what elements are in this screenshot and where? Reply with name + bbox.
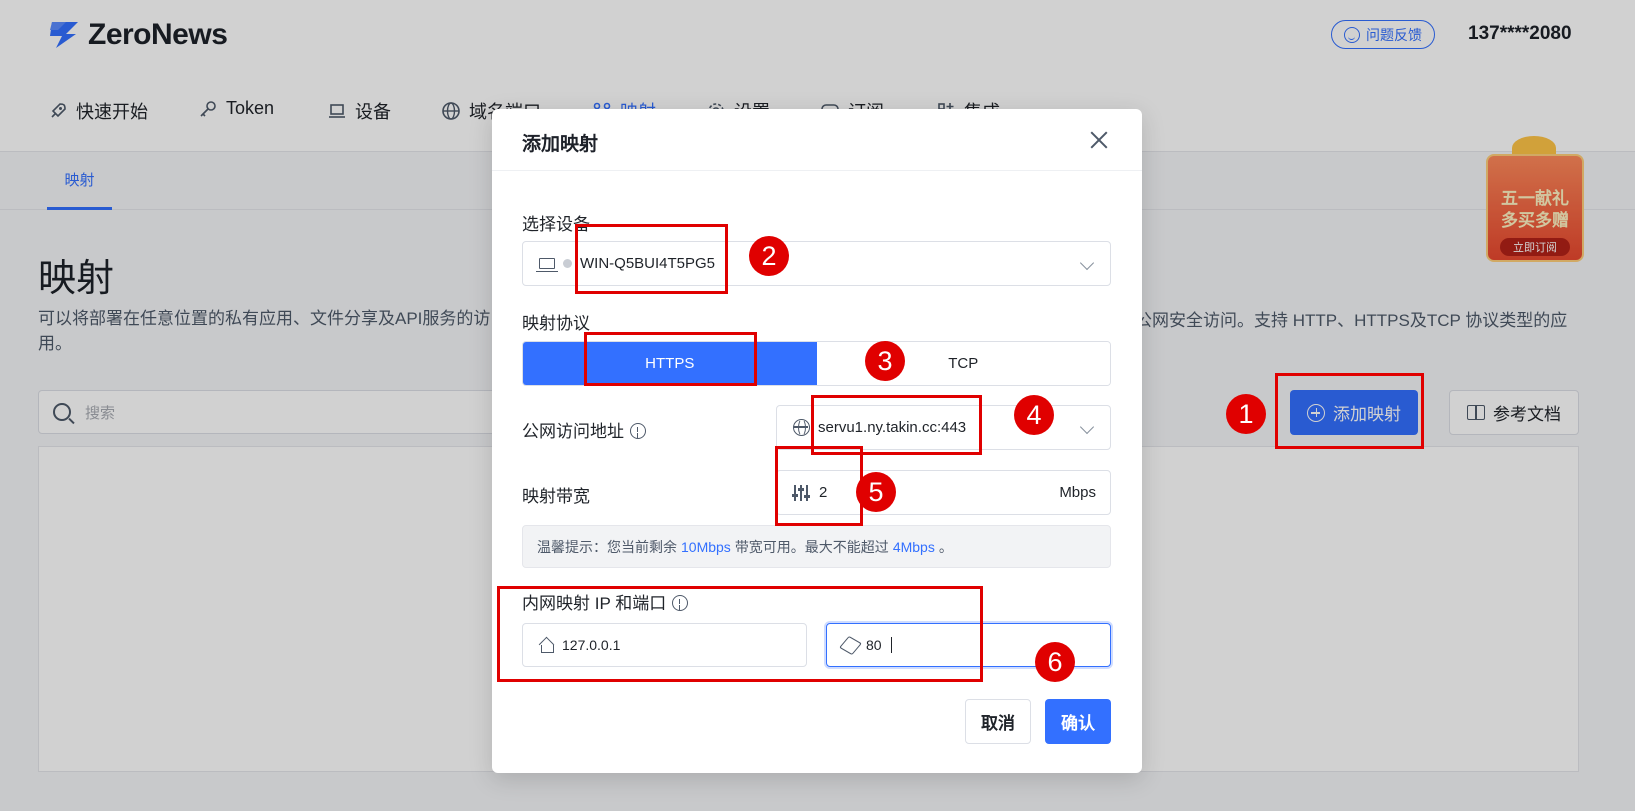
close-icon[interactable]: [1088, 129, 1110, 151]
laptop-icon: [536, 258, 558, 272]
annotation-marker-4: 4: [1014, 395, 1054, 435]
protocol-tcp-button[interactable]: TCP: [816, 342, 1110, 385]
tip-middle: 带宽可用。最大不能超过: [734, 538, 889, 555]
dialog-header: 添加映射: [492, 109, 1142, 171]
annotation-marker-5: 5: [856, 472, 896, 512]
annotation-box-2: [575, 224, 728, 294]
globe-icon: [793, 419, 810, 436]
tip-remaining: 10Mbps: [681, 538, 731, 555]
annotation-box-3: [584, 332, 757, 386]
dialog-title: 添加映射: [522, 134, 599, 155]
cancel-button[interactable]: 取消: [965, 699, 1031, 744]
protocol-label: 映射协议: [522, 314, 590, 333]
address-label: 公网访问地址: [522, 417, 646, 442]
tip-max: 4Mbps: [892, 538, 935, 555]
bandwidth-label: 映射带宽: [522, 487, 590, 506]
confirm-button[interactable]: 确认: [1045, 699, 1111, 744]
annotation-box-6: [497, 586, 983, 682]
tip-suffix: 。: [938, 538, 953, 555]
annotation-marker-6: 6: [1035, 642, 1075, 682]
annotation-marker-1: 1: [1226, 394, 1266, 434]
info-icon[interactable]: [630, 423, 646, 439]
tip-prefix: 温馨提示：您当前剩余: [537, 538, 677, 555]
annotation-marker-2: 2: [749, 236, 789, 276]
chevron-down-icon: [1079, 419, 1095, 435]
address-label-text: 公网访问地址: [522, 422, 624, 441]
annotation-box-1: [1275, 373, 1424, 449]
bandwidth-unit: Mbps: [1059, 484, 1096, 501]
chevron-down-icon: [1079, 255, 1095, 271]
device-status-dot: [563, 259, 572, 268]
bandwidth-tip: 温馨提示：您当前剩余 10Mbps 带宽可用。最大不能超过 4Mbps 。: [522, 525, 1111, 568]
annotation-marker-3: 3: [865, 341, 905, 381]
annotation-box-5: [775, 446, 863, 526]
